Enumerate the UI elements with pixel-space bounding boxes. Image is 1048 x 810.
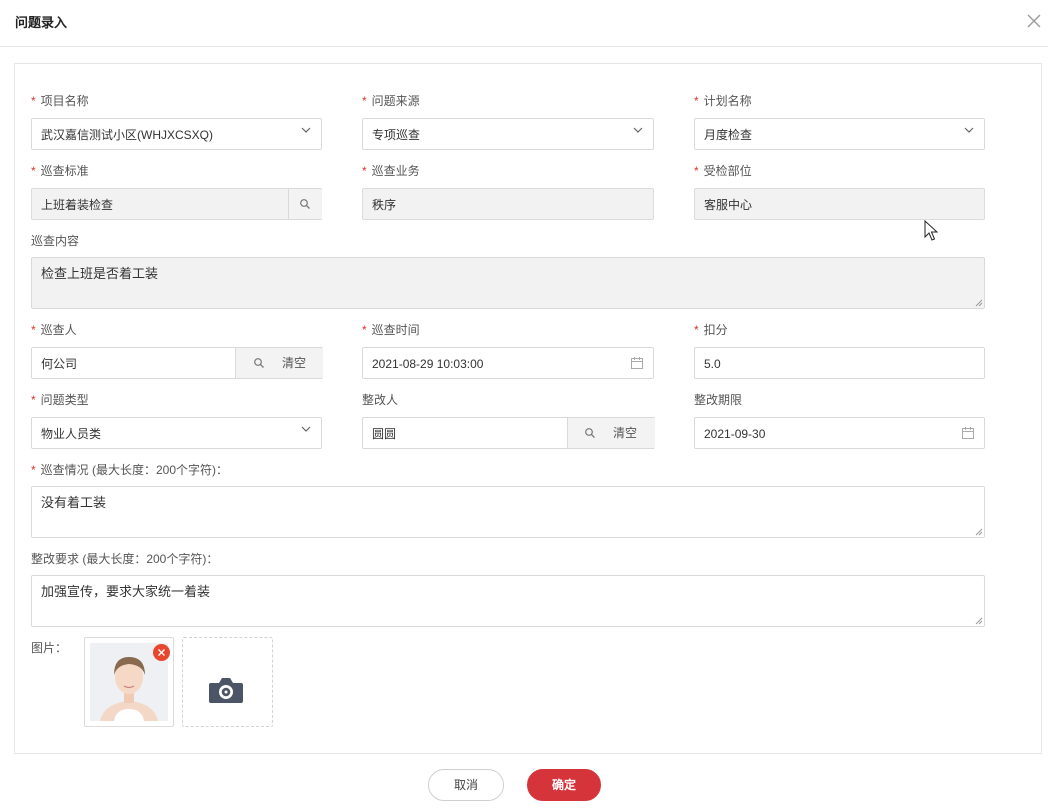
inspection-content-label: 巡查内容	[31, 234, 80, 248]
project-name-select[interactable]: 武汉嘉信测试小区(WHJXCSXQ)	[31, 118, 322, 150]
issue-source-value: 专项巡查	[372, 128, 421, 142]
calendar-icon[interactable]	[630, 356, 644, 370]
close-icon[interactable]	[1026, 13, 1042, 29]
rectify-requirement-textarea[interactable]: 加强宣传，要求大家统一着装	[31, 575, 985, 627]
required-mark: *	[31, 94, 36, 108]
inspection-situation-label: * 巡查情况 (最大长度：200个字符)：	[31, 463, 229, 477]
inspection-business-value: 秩序	[372, 198, 397, 212]
deduction-value: 5.0	[704, 357, 721, 371]
search-icon	[300, 199, 310, 209]
camera-icon	[209, 678, 243, 703]
resize-handle-icon[interactable]	[975, 528, 983, 536]
inspected-department-label: * 受检部位	[694, 164, 752, 178]
rectifier-clear-button[interactable]: 清空	[613, 426, 637, 440]
required-mark: *	[31, 323, 36, 337]
resize-handle-icon[interactable]	[975, 617, 983, 625]
cancel-button[interactable]: 取消	[428, 769, 504, 801]
required-mark: *	[362, 323, 367, 337]
inspector-value: 何公司	[41, 357, 78, 371]
rectify-deadline-label: 整改期限	[694, 393, 743, 407]
chevron-down-icon	[301, 127, 311, 133]
images-label: 图片：	[31, 641, 68, 655]
inspector-clear-button[interactable]: 清空	[282, 356, 306, 370]
issue-type-select[interactable]: 物业人员类	[31, 417, 322, 449]
deduction-input[interactable]: 5.0	[694, 347, 985, 379]
inspection-situation-textarea[interactable]: 没有着工装	[31, 486, 985, 538]
close-icon	[158, 649, 165, 656]
chevron-down-icon	[964, 127, 974, 133]
calendar-icon[interactable]	[961, 426, 975, 440]
inspection-standard-label: * 巡查标准	[31, 164, 89, 178]
required-mark: *	[362, 164, 367, 178]
rectifier-field[interactable]: 圆圆 清空	[362, 417, 655, 449]
rectifier-actions: 清空	[567, 417, 655, 449]
required-mark: *	[362, 94, 367, 108]
required-mark: *	[694, 94, 699, 108]
dialog-title: 问题录入	[15, 15, 68, 30]
delete-image-button[interactable]	[153, 644, 170, 661]
image-thumbnail[interactable]	[84, 637, 174, 727]
rectify-deadline-input[interactable]: 2021-09-30	[694, 417, 985, 449]
resize-handle-icon[interactable]	[975, 299, 983, 307]
inspection-time-input[interactable]: 2021-08-29 10:03:00	[362, 347, 654, 379]
inspection-business-label: * 巡查业务	[362, 164, 420, 178]
required-mark: *	[694, 164, 699, 178]
inspector-actions: 清空	[235, 347, 323, 379]
inspected-department-field: 客服中心	[694, 188, 985, 220]
plan-name-select[interactable]: 月度检查	[694, 118, 985, 150]
mouse-cursor-icon	[924, 220, 938, 241]
deduction-label: * 扣分	[694, 323, 728, 337]
inspector-field[interactable]: 何公司 清空	[31, 347, 323, 379]
issue-type-label: * 问题类型	[31, 393, 89, 407]
inspection-standard-field[interactable]: 上班着装检查	[31, 188, 322, 220]
plan-name-label: * 计划名称	[694, 94, 752, 108]
confirm-button[interactable]: 确定	[527, 769, 601, 801]
chevron-down-icon	[633, 127, 643, 133]
inspection-standard-value: 上班着装检查	[41, 198, 114, 212]
project-name-value: 武汉嘉信测试小区(WHJXCSXQ)	[41, 128, 213, 142]
inspection-time-value: 2021-08-29 10:03:00	[372, 357, 484, 371]
required-mark: *	[31, 393, 36, 407]
dialog-header: 问题录入	[0, 0, 1048, 47]
inspection-content-textarea: 检查上班是否着工装	[31, 257, 985, 309]
rectifier-value: 圆圆	[372, 427, 397, 441]
issue-source-select[interactable]: 专项巡查	[362, 118, 654, 150]
required-mark: *	[694, 323, 699, 337]
search-button[interactable]	[288, 188, 322, 220]
issue-source-label: * 问题来源	[362, 94, 420, 108]
inspected-department-value: 客服中心	[704, 198, 753, 212]
rectifier-label: 整改人	[362, 393, 399, 407]
search-icon[interactable]	[584, 427, 596, 439]
inspector-label: * 巡查人	[31, 323, 77, 337]
inspection-time-label: * 巡查时间	[362, 323, 420, 337]
inspection-situation-value: 没有着工装	[41, 495, 107, 510]
rectify-requirement-value: 加强宣传，要求大家统一着装	[41, 584, 211, 599]
rectify-deadline-value: 2021-09-30	[704, 427, 766, 441]
plan-name-value: 月度检查	[704, 128, 753, 142]
project-name-label: * 项目名称	[31, 94, 89, 108]
search-icon[interactable]	[253, 357, 265, 369]
inspection-content-value: 检查上班是否着工装	[41, 266, 159, 281]
rectify-requirement-label: 整改要求 (最大长度：200个字符)：	[31, 552, 219, 566]
required-mark: *	[31, 463, 36, 477]
required-mark: *	[31, 164, 36, 178]
chevron-down-icon	[301, 426, 311, 432]
image-upload-button[interactable]	[182, 637, 273, 727]
issue-type-value: 物业人员类	[41, 427, 102, 441]
inspection-business-field: 秩序	[362, 188, 654, 220]
